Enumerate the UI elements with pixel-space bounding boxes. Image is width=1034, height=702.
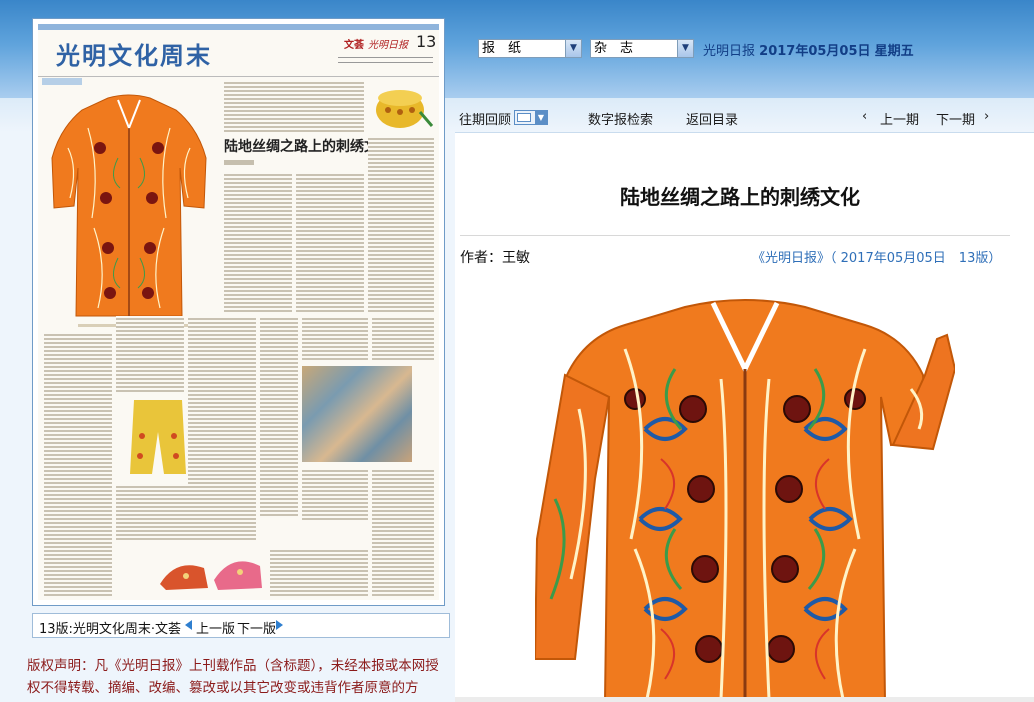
- prev-page-link[interactable]: 上一版: [196, 618, 235, 637]
- text-column: [302, 316, 368, 362]
- text-column: [260, 316, 298, 516]
- magazine-select[interactable]: 杂 志 ▼: [590, 39, 694, 58]
- magazine-select-value: 杂 志: [594, 41, 634, 56]
- masthead-section: 文荟: [344, 40, 364, 51]
- newspaper-pants-image: [130, 400, 186, 474]
- back-to-index-link[interactable]: 返回目录: [686, 109, 738, 128]
- issue-date: 2017年05月05日: [759, 44, 871, 59]
- newspaper-mural-image: [302, 366, 412, 462]
- chevron-down-icon[interactable]: ▼: [565, 40, 581, 57]
- page-tag: [42, 78, 82, 85]
- masthead: 光明文化周末 文荟 光明日报 13: [38, 24, 439, 77]
- newspaper-hat-image: [376, 90, 434, 128]
- issue-date-label: 光明日报 2017年05月05日 星期五: [703, 40, 914, 59]
- newspaper-select-value: 报 纸: [482, 41, 522, 56]
- page-selector-label[interactable]: 13版:光明文化周末·文荟: [39, 618, 181, 637]
- article-author: 作者：王敏: [460, 250, 530, 266]
- newspaper-select[interactable]: 报 纸 ▼: [478, 39, 582, 58]
- intro-text: [224, 80, 364, 132]
- masthead-brand: 光明日报: [368, 40, 408, 51]
- title-divider: [460, 235, 1010, 236]
- next-issue-link[interactable]: 下一期: [936, 109, 975, 128]
- chevron-left-icon[interactable]: ‹: [862, 109, 867, 124]
- newspaper-article-title[interactable]: 陆地丝绸之路上的刺绣文化: [224, 136, 392, 156]
- next-page-link[interactable]: 下一版: [237, 618, 276, 637]
- text-column: [44, 332, 112, 596]
- byline: [224, 160, 254, 165]
- page-selector-bar: 13版:光明文化周末·文荟 上一版 下一版: [32, 613, 450, 638]
- text-column: [372, 316, 434, 362]
- text-column: [116, 316, 184, 394]
- prev-issue-link[interactable]: 上一期: [880, 109, 919, 128]
- calendar-dropdown-icon[interactable]: ▼: [514, 110, 548, 125]
- masthead-title: 光明文化周末: [56, 41, 212, 70]
- bottom-edge: [455, 697, 1034, 702]
- masthead-rule: [338, 57, 433, 63]
- issue-weekday: 星期五: [874, 44, 914, 59]
- article-title: 陆地丝绸之路上的刺绣文化: [620, 185, 860, 209]
- article-source-link[interactable]: 《光明日报》（ 2017年05月05日 13版）: [752, 247, 1001, 266]
- newspaper-shoes-image: [160, 561, 262, 590]
- chevron-right-icon[interactable]: ›: [984, 109, 989, 124]
- calendar-icon: [517, 113, 531, 122]
- text-column: [224, 172, 292, 312]
- text-column: [188, 316, 256, 486]
- text-column: [270, 548, 368, 596]
- next-page-arrow-icon[interactable]: [276, 620, 283, 630]
- chevron-down-icon: ▼: [535, 111, 547, 124]
- prev-page-arrow-icon[interactable]: [185, 620, 192, 630]
- text-column: [372, 468, 434, 596]
- copyright-notice: 版权声明：凡《光明日报》上刊载作品（含标题），未经本报或本网授权不得转载、摘编、…: [27, 658, 439, 696]
- digital-search-link[interactable]: 数字报检索: [588, 109, 653, 128]
- newspaper-page-frame[interactable]: 光明文化周末 文荟 光明日报 13 陆地丝绸之路上的刺绣文化: [32, 18, 445, 606]
- masthead-page-number: 13: [416, 32, 437, 51]
- article-coat-photo: [535, 279, 955, 702]
- text-column: [116, 484, 256, 540]
- paper-name: 光明日报: [703, 44, 756, 59]
- newspaper-page[interactable]: 光明文化周末 文荟 光明日报 13 陆地丝绸之路上的刺绣文化: [38, 24, 439, 600]
- past-review-link[interactable]: 往期回顾: [459, 109, 511, 128]
- newspaper-coat-image[interactable]: [48, 88, 210, 324]
- text-column: [296, 172, 364, 312]
- text-column: [302, 468, 368, 520]
- text-column: [368, 136, 434, 312]
- chevron-down-icon[interactable]: ▼: [677, 40, 693, 57]
